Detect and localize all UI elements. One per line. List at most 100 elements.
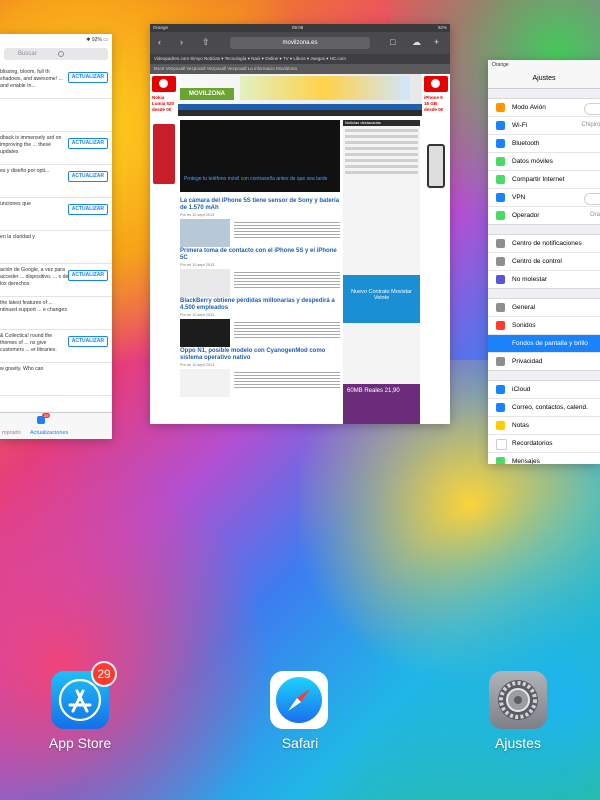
settings-row[interactable]: Centro de control: [488, 253, 600, 271]
update-button[interactable]: ACTUALIZAR: [67, 336, 108, 347]
settings-card[interactable]: Orange Ajustes Modo Avión Wi-Fi Chipirones…: [488, 60, 600, 464]
update-description: es y diseño por opti...: [0, 168, 50, 174]
settings-row-label: Bluetooth: [512, 140, 540, 147]
settings-app-icon[interactable]: [489, 671, 547, 729]
tabs-icon[interactable]: ☁: [412, 38, 421, 47]
settings-row[interactable]: Compartir Internet: [488, 171, 600, 189]
rate-ad[interactable]: 60MB Reales 21,90: [343, 384, 420, 424]
safari-card[interactable]: Orange 09:08 92% ‹ › ⇧ movilzona.es □ ☁ …: [150, 24, 450, 424]
article-thumbnail[interactable]: [180, 319, 230, 347]
bookmarks-bar[interactable]: Videopadres.com Simyo Noticias ▾ Tecnolo…: [150, 54, 450, 64]
safari-tab-strip[interactable]: Bsort Vezpoxall Vezpoxall Vezpoxall Vezp…: [150, 64, 450, 74]
settings-row[interactable]: Correo, contactos, calend.: [488, 399, 600, 417]
header-banner-ad[interactable]: [240, 76, 410, 100]
updates-list: blissing, bloom, full th shadows, and aw…: [0, 66, 112, 396]
settings-label[interactable]: Ajustes: [458, 735, 578, 751]
settings-row[interactable]: Operador Orange: [488, 207, 600, 224]
article-item[interactable]: La cámara del iPhone 5S tiene sensor de …: [180, 198, 340, 247]
site-subnav[interactable]: [178, 110, 422, 116]
settings-row-label: Sonidos: [512, 322, 536, 329]
update-button[interactable]: ACTUALIZAR: [67, 270, 108, 281]
safari-label[interactable]: Safari: [240, 735, 360, 751]
settings-row[interactable]: Centro de notificaciones: [488, 235, 600, 253]
right-ad-text: iPhone 5 16 GB desde 0€: [424, 95, 444, 112]
battery-label: 92%: [437, 25, 447, 30]
back-icon[interactable]: ‹: [158, 38, 161, 47]
update-row: ación de Google, a vez para acceder ... …: [0, 264, 112, 297]
settings-row[interactable]: Mensajes: [488, 453, 600, 464]
appstore-search-input[interactable]: Buscar: [4, 48, 108, 60]
settings-list: Modo Avión Wi-Fi Chipirones BluetoothSí Dato…: [488, 98, 600, 464]
settings-row[interactable]: Modo Avión: [488, 99, 600, 117]
update-description: unciones que: [0, 201, 31, 207]
settings-title: Ajustes: [488, 70, 600, 89]
article-thumbnail[interactable]: [180, 369, 230, 397]
appstore-label[interactable]: App Store: [20, 735, 140, 751]
article-item[interactable]: Primera toma de contacto con el iPhone 5…: [180, 248, 340, 297]
settings-row[interactable]: VPN: [488, 189, 600, 207]
bookmarks-icon[interactable]: □: [390, 38, 395, 47]
share-icon[interactable]: ⇧: [202, 38, 210, 47]
settings-row[interactable]: Recordatorios: [488, 435, 600, 453]
hero-title: Protege tu teléfono móvil con contraseña…: [184, 176, 328, 182]
article-item[interactable]: Oppo N1, posible modelo con CyanogenMod …: [180, 348, 340, 397]
tab-purchased[interactable]: mprado: [2, 430, 21, 436]
appstore-status-bar: ✱ 92% ▭: [86, 37, 108, 43]
settings-row-label: Fondos de pantalla y brillo: [512, 340, 588, 347]
update-row: w gravity. Who can: [0, 363, 112, 396]
update-description: & Collectica! round the themes of ... ns…: [0, 333, 57, 353]
settings-row[interactable]: No molestar: [488, 271, 600, 288]
settings-row[interactable]: Datos móviles: [488, 153, 600, 171]
article-title[interactable]: Oppo N1, posible modelo con CyanogenMod …: [180, 348, 340, 362]
article-thumbnail[interactable]: [180, 269, 230, 297]
settings-row[interactable]: BluetoothSí: [488, 135, 600, 153]
update-button[interactable]: ACTUALIZAR: [67, 204, 108, 215]
site-logo[interactable]: MOVILZONA: [180, 88, 234, 100]
update-button[interactable]: ACTUALIZAR: [67, 171, 108, 182]
settings-row-icon: [496, 139, 505, 148]
settings-row-label: Wi-Fi: [512, 122, 528, 129]
left-ad-text: Nokia Lumia 520 desde 0€: [152, 95, 175, 112]
movistar-ad[interactable]: Nuevo Contrato Movistar Veinte: [343, 275, 420, 323]
settings-group: General Sonidos Fondos de pantalla y brill…: [488, 298, 600, 371]
settings-row-label: No molestar: [512, 276, 548, 283]
tab-updates[interactable]: Actualizaciones: [30, 430, 68, 436]
article-meta: Por en 10 sept 2013: [180, 363, 215, 367]
webpage[interactable]: Nokia Lumia 520 desde 0€ MOVILZONA Prote…: [150, 74, 450, 424]
article-title[interactable]: La cámara del iPhone 5S tiene sensor de …: [180, 198, 340, 212]
settings-row[interactable]: Fondos de pantalla y brillo: [488, 335, 600, 353]
appstore-card[interactable]: ✱ 92% ▭ Buscar blissing, bloom, full th …: [0, 34, 112, 439]
toggle-switch[interactable]: [584, 103, 600, 115]
settings-row[interactable]: General: [488, 299, 600, 317]
settings-row-icon: [496, 193, 505, 202]
settings-row[interactable]: iCloud: [488, 381, 600, 399]
toggle-switch[interactable]: [584, 193, 600, 205]
settings-row[interactable]: Privacidad: [488, 353, 600, 370]
settings-row-icon: [496, 103, 505, 112]
site-sidebar: Noticias destacadas Nuevo Contrato Movis…: [343, 120, 420, 424]
settings-row[interactable]: Wi-Fi Chipirones: [488, 117, 600, 135]
carrier-label: Orange: [153, 25, 169, 30]
hero-article[interactable]: Protege tu teléfono móvil con contraseña…: [180, 120, 340, 192]
left-ad[interactable]: Nokia Lumia 520 desde 0€: [150, 74, 178, 424]
settings-group: iCloud Correo, contactos, calend. Notas Rec…: [488, 380, 600, 464]
update-row: blissing, bloom, full th shadows, and aw…: [0, 66, 112, 99]
article-item[interactable]: BlackBerry obtiene pérdidas millonarias …: [180, 298, 340, 347]
vodafone-logo-icon: [152, 76, 176, 92]
article-title[interactable]: BlackBerry obtiene pérdidas millonarias …: [180, 298, 340, 312]
iphone-ad-image: [427, 144, 445, 188]
update-description: en la claridad y: [0, 234, 35, 240]
settings-row-icon: [496, 175, 505, 184]
settings-row[interactable]: Sonidos: [488, 317, 600, 335]
article-meta: Por en 10 sept 2013: [180, 313, 215, 317]
safari-app-icon[interactable]: [270, 671, 328, 729]
article-title[interactable]: Primera toma de contacto con el iPhone 5…: [180, 248, 340, 262]
right-ad[interactable]: iPhone 5 16 GB desde 0€: [422, 74, 450, 424]
address-bar[interactable]: movilzona.es: [230, 37, 370, 49]
article-thumbnail[interactable]: [180, 219, 230, 247]
forward-icon[interactable]: ›: [180, 38, 183, 47]
settings-row[interactable]: Notas: [488, 417, 600, 435]
new-tab-icon[interactable]: +: [434, 38, 439, 47]
update-button[interactable]: ACTUALIZAR: [67, 72, 108, 83]
update-button[interactable]: ACTUALIZAR: [67, 138, 108, 149]
